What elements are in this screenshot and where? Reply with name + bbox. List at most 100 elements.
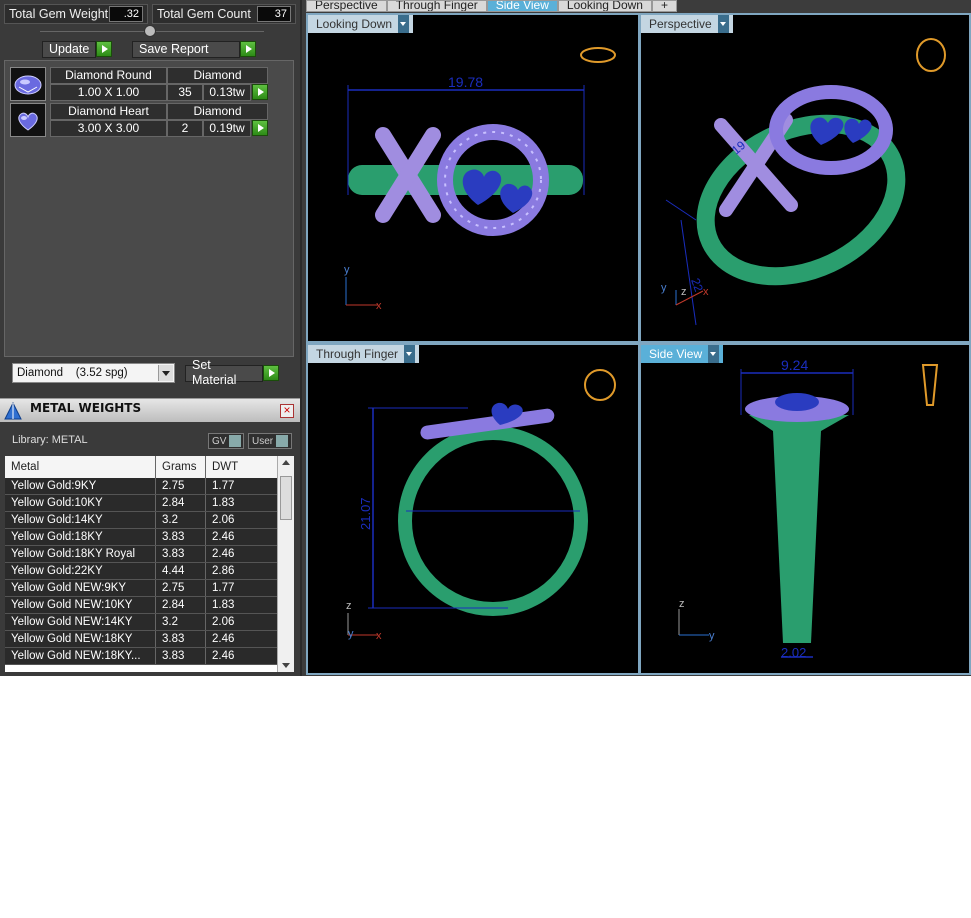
material-select-value: Diamond (3.52 spg) xyxy=(17,367,128,379)
gem-go-icon[interactable] xyxy=(252,120,268,136)
tab-side-view[interactable]: Side View xyxy=(486,0,558,12)
viewport-label-perspective[interactable]: Perspective xyxy=(641,15,733,33)
gv-toggle[interactable]: GV xyxy=(208,433,244,449)
total-gem-weight-value: .32 xyxy=(109,6,143,22)
axis-label-y: y xyxy=(348,628,354,640)
table-row[interactable]: Yellow Gold:18KY Royal 3.83 2.46 xyxy=(5,546,277,563)
gem-list: Diamond Round Diamond 1.00 X 1.00 35 0.1… xyxy=(4,60,294,357)
dwt-cell: 2.46 xyxy=(212,633,235,645)
axis-label-z: z xyxy=(346,600,352,612)
table-row[interactable]: Yellow Gold NEW:18KY 3.83 2.46 xyxy=(5,631,277,648)
table-row[interactable]: Yellow Gold:9KY 2.75 1.77 xyxy=(5,478,277,495)
close-icon[interactable]: × xyxy=(280,404,294,418)
gem-go-icon[interactable] xyxy=(252,84,268,100)
scroll-thumb[interactable] xyxy=(280,476,292,520)
set-material-group: Set Material xyxy=(185,358,279,387)
grams-cell: 3.83 xyxy=(156,529,206,545)
user-toggle-label: User xyxy=(252,435,274,447)
user-indicator xyxy=(276,435,289,447)
tab-through-finger[interactable]: Through Finger xyxy=(386,0,487,12)
scroll-down-icon[interactable] xyxy=(282,663,290,668)
tab-perspective[interactable]: Perspective xyxy=(306,0,387,12)
table-scrollbar[interactable] xyxy=(277,456,294,672)
metal-name-cell: Yellow Gold NEW:9KY xyxy=(5,580,156,596)
metal-name-cell: Yellow Gold NEW:18KY xyxy=(5,631,156,647)
dwt-cell: 2.46 xyxy=(212,548,235,560)
grams-cell: 2.84 xyxy=(156,495,206,511)
viewport-label-side-view[interactable]: Side View xyxy=(641,345,724,363)
column-header-grams[interactable]: Grams xyxy=(156,456,206,478)
save-report-button[interactable]: Save Report xyxy=(132,40,240,58)
metal-weights-header: METAL WEIGHTS × xyxy=(0,398,300,422)
dimension-label: 21.07 xyxy=(358,497,373,530)
gem-name: Diamond Heart xyxy=(50,103,167,120)
axis-label-y: y xyxy=(661,282,667,294)
grams-cell: 3.2 xyxy=(156,614,206,630)
viewport-label-through-finger[interactable]: Through Finger xyxy=(308,345,420,363)
grams-cell: 3.83 xyxy=(156,631,206,647)
gem-weight: 0.19tw xyxy=(203,120,251,137)
table-body: Yellow Gold:9KY 2.75 1.77 Yellow Gold:10KY 2… xyxy=(5,478,277,665)
viewport-looking-down[interactable]: 19.78 y x Looking Down xyxy=(306,13,640,343)
gem-row-round[interactable]: Diamond Round Diamond 1.00 X 1.00 35 0.1… xyxy=(10,67,268,101)
total-gem-count: Total Gem Count 37 xyxy=(152,4,296,24)
update-go-icon[interactable] xyxy=(96,41,112,57)
table-row[interactable]: Yellow Gold:22KY 4.44 2.86 xyxy=(5,563,277,580)
table-row[interactable]: Yellow Gold NEW:9KY 2.75 1.77 xyxy=(5,580,277,597)
viewport-title: Looking Down xyxy=(316,17,393,31)
tab-looking-down[interactable]: Looking Down xyxy=(557,0,652,12)
metal-name-cell: Yellow Gold NEW:10KY xyxy=(5,597,156,613)
table-row[interactable]: Yellow Gold:18KY 3.83 2.46 xyxy=(5,529,277,546)
chevron-down-icon[interactable] xyxy=(708,345,720,363)
column-header-dwt[interactable]: DWT xyxy=(206,456,277,478)
table-row[interactable]: Yellow Gold:14KY 3.2 2.06 xyxy=(5,512,277,529)
dwt-cell: 2.06 xyxy=(212,616,235,628)
user-toggle[interactable]: User xyxy=(248,433,292,449)
add-tab-button[interactable]: + xyxy=(651,0,677,12)
material-select[interactable]: Diamond (3.52 spg) xyxy=(12,363,175,383)
column-header-metal[interactable]: Metal xyxy=(5,456,156,478)
total-gem-count-value: 37 xyxy=(257,6,291,22)
grams-cell: 3.83 xyxy=(156,648,206,664)
viewport-through-finger[interactable]: 21.07 z y x Through Finger xyxy=(306,343,640,675)
grams-cell: 3.83 xyxy=(156,546,206,562)
axis-label-x: x xyxy=(376,300,382,312)
metal-name-cell: Yellow Gold:10KY xyxy=(5,495,156,511)
update-button[interactable]: Update xyxy=(42,40,96,58)
gem-count: 35 xyxy=(167,84,203,101)
metal-name-cell: Yellow Gold:14KY xyxy=(5,512,156,528)
table-row[interactable]: Yellow Gold:10KY 2.84 1.83 xyxy=(5,495,277,512)
viewport-side-view[interactable]: 9.24 2.02 z y Side View xyxy=(639,343,971,675)
viewport-title: Side View xyxy=(649,347,703,361)
perspective-render: 19 22 y z x xyxy=(661,38,946,326)
table-row[interactable]: Yellow Gold NEW:10KY 2.84 1.83 xyxy=(5,597,277,614)
through-finger-render: 21.07 z y x xyxy=(346,369,616,642)
chevron-down-icon[interactable] xyxy=(158,365,173,381)
scroll-up-icon[interactable] xyxy=(282,460,290,465)
set-material-button[interactable]: Set Material xyxy=(185,358,263,387)
metal-name-cell: Yellow Gold:18KY xyxy=(5,529,156,545)
metal-name-cell: Yellow Gold NEW:14KY xyxy=(5,614,156,630)
chevron-down-icon[interactable] xyxy=(717,15,729,33)
set-material-go-icon[interactable] xyxy=(263,365,279,381)
chevron-down-icon[interactable] xyxy=(398,15,410,33)
gem-row-heart[interactable]: Diamond Heart Diamond 3.00 X 3.00 2 0.19… xyxy=(10,103,268,137)
grams-cell: 4.44 xyxy=(156,563,206,579)
chevron-down-icon[interactable] xyxy=(404,345,416,363)
dwt-cell: 1.77 xyxy=(212,480,235,492)
grams-cell: 2.75 xyxy=(156,580,206,596)
table-row[interactable]: Yellow Gold NEW:18KY... 3.83 2.46 xyxy=(5,648,277,665)
metal-weights-panel: METAL WEIGHTS × Library: METAL GV User M… xyxy=(0,398,300,676)
save-report-go-icon[interactable] xyxy=(240,41,256,57)
grams-cell: 3.2 xyxy=(156,512,206,528)
gem-count: 2 xyxy=(167,120,203,137)
viewport-perspective[interactable]: 19 22 y z x Perspective xyxy=(639,13,971,343)
gem-material: Diamond xyxy=(167,103,268,120)
table-row[interactable]: Yellow Gold NEW:14KY 3.2 2.06 xyxy=(5,614,277,631)
dimension-label-bottom: 2.02 xyxy=(781,645,806,660)
gem-size: 1.00 X 1.00 xyxy=(50,84,167,101)
grams-cell: 2.84 xyxy=(156,597,206,613)
splitter-handle[interactable] xyxy=(144,25,156,37)
axis-label-y: y xyxy=(344,264,350,276)
viewport-label-looking-down[interactable]: Looking Down xyxy=(308,15,414,33)
